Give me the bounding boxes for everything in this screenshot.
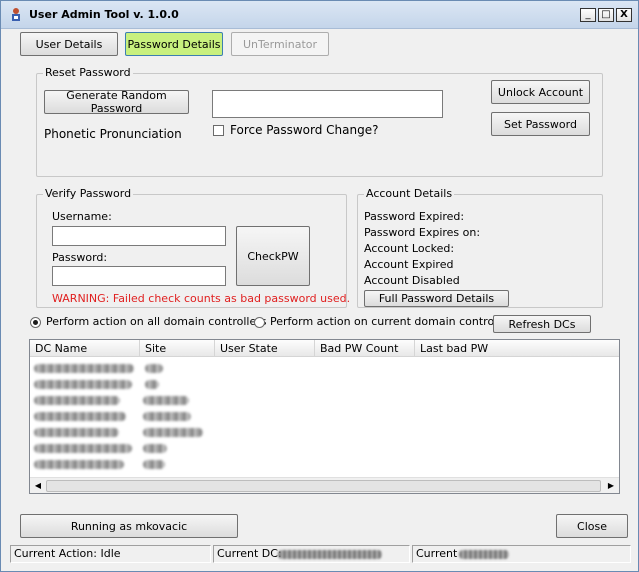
status-current: Current bbox=[412, 545, 631, 563]
redacted-text bbox=[278, 550, 382, 559]
failed-check-warning: WARNING: Failed check counts as bad pass… bbox=[52, 292, 351, 305]
password-expires-on-label: Password Expires on: bbox=[364, 226, 481, 239]
table-row[interactable] bbox=[30, 391, 619, 407]
status-current-dc: Current DC: bbox=[213, 545, 410, 563]
column-bad-pw-count[interactable]: Bad PW Count bbox=[315, 340, 415, 357]
set-password-button[interactable]: Set Password bbox=[491, 112, 590, 136]
minimize-button[interactable]: _ bbox=[580, 8, 596, 22]
column-site[interactable]: Site bbox=[140, 340, 215, 357]
redacted-text bbox=[143, 444, 167, 453]
app-window: User Admin Tool v. 1.0.0 _ □ X User Deta… bbox=[0, 0, 639, 572]
redacted-text bbox=[145, 380, 159, 389]
window-title: User Admin Tool v. 1.0.0 bbox=[29, 8, 179, 21]
horizontal-scrollbar[interactable]: ◀ ▶ bbox=[30, 477, 619, 493]
tab-password-details[interactable]: Password Details bbox=[125, 32, 223, 56]
all-dcs-radio[interactable] bbox=[30, 317, 41, 328]
column-last-bad-pw[interactable]: Last bad PW bbox=[415, 340, 621, 357]
unlock-account-button[interactable]: Unlock Account bbox=[491, 80, 590, 104]
redacted-text bbox=[34, 428, 119, 437]
table-row[interactable] bbox=[30, 423, 619, 439]
redacted-text bbox=[459, 550, 509, 559]
account-disabled-label: Account Disabled bbox=[364, 274, 460, 287]
username-field[interactable] bbox=[52, 226, 226, 246]
table-row[interactable] bbox=[30, 439, 619, 455]
redacted-text bbox=[145, 364, 163, 373]
force-password-change-checkbox[interactable] bbox=[213, 125, 224, 136]
redacted-text bbox=[143, 412, 191, 421]
refresh-dcs-button[interactable]: Refresh DCs bbox=[493, 315, 591, 333]
status-current-dc-label: Current DC: bbox=[217, 547, 282, 560]
scroll-right-icon[interactable]: ▶ bbox=[605, 480, 617, 492]
password-expired-label: Password Expired: bbox=[364, 210, 465, 223]
table-row[interactable] bbox=[30, 359, 619, 375]
password-label: Password: bbox=[52, 251, 108, 264]
close-button[interactable]: Close bbox=[556, 514, 628, 538]
status-bar: Current Action: Idle Current DC: Current bbox=[10, 545, 631, 563]
account-details-legend: Account Details bbox=[364, 187, 455, 200]
all-dcs-label: Perform action on all domain controllers bbox=[46, 315, 267, 328]
verify-password-legend: Verify Password bbox=[43, 187, 134, 200]
app-icon bbox=[12, 8, 20, 21]
current-dc-radio[interactable] bbox=[254, 317, 265, 328]
account-locked-label: Account Locked: bbox=[364, 242, 455, 255]
scroll-left-icon[interactable]: ◀ bbox=[32, 480, 44, 492]
reset-password-legend: Reset Password bbox=[43, 66, 133, 79]
verify-password-field[interactable] bbox=[52, 266, 226, 286]
phonetic-pronunciation-label: Phonetic Pronunciation bbox=[44, 127, 182, 141]
redacted-text bbox=[34, 444, 132, 453]
tab-unterminator[interactable]: UnTerminator bbox=[231, 32, 329, 56]
column-user-state[interactable]: User State bbox=[215, 340, 315, 357]
maximize-button[interactable]: □ bbox=[598, 8, 614, 22]
new-password-field[interactable] bbox=[212, 90, 443, 118]
username-label: Username: bbox=[52, 210, 112, 223]
redacted-text bbox=[34, 412, 126, 421]
table-row[interactable] bbox=[30, 455, 619, 471]
title-bar[interactable]: User Admin Tool v. 1.0.0 _ □ X bbox=[1, 1, 638, 29]
dc-table[interactable]: DC Name Site User State Bad PW Count Las… bbox=[29, 339, 620, 494]
redacted-text bbox=[143, 460, 165, 469]
current-dc-label: Perform action on current domain control… bbox=[270, 315, 512, 328]
tab-user-details[interactable]: User Details bbox=[20, 32, 118, 56]
scroll-thumb[interactable] bbox=[46, 480, 601, 492]
redacted-text bbox=[34, 460, 124, 469]
redacted-text bbox=[34, 364, 134, 373]
status-current-action: Current Action: Idle bbox=[10, 545, 211, 563]
redacted-text bbox=[34, 396, 120, 405]
generate-random-password-button[interactable]: Generate Random Password bbox=[44, 89, 189, 115]
table-row[interactable] bbox=[30, 407, 619, 423]
full-password-details-button[interactable]: Full Password Details bbox=[364, 290, 509, 307]
status-current-label: Current bbox=[416, 547, 458, 560]
table-row[interactable] bbox=[30, 375, 619, 391]
checkpw-button[interactable]: CheckPW bbox=[236, 226, 310, 286]
close-window-button[interactable]: X bbox=[616, 8, 632, 22]
redacted-text bbox=[143, 396, 189, 405]
column-dc-name[interactable]: DC Name bbox=[30, 340, 140, 357]
redacted-text bbox=[34, 380, 132, 389]
redacted-text bbox=[143, 428, 203, 437]
dc-table-header: DC Name Site User State Bad PW Count Las… bbox=[30, 340, 619, 357]
account-expired-label: Account Expired bbox=[364, 258, 454, 271]
force-password-change-label: Force Password Change? bbox=[230, 123, 379, 137]
running-as-button[interactable]: Running as mkovacic bbox=[20, 514, 238, 538]
